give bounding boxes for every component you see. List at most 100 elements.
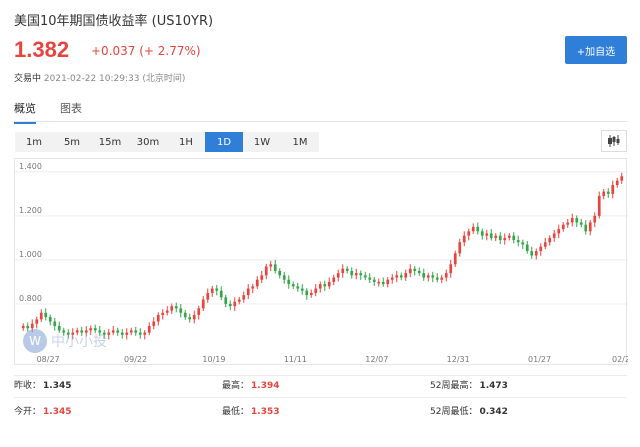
candle-body [606,191,610,194]
candle-body [390,277,394,280]
candle-body [593,215,597,223]
candle-body [264,266,268,276]
stat-label: 最高： [222,381,250,391]
stat-value: 1.473 [479,381,508,391]
candle-body [377,281,381,284]
candle-body [417,270,421,274]
candle-body [156,314,160,322]
candle-body [305,290,309,296]
stat-52w-low: 52周最低： 0.342 [430,404,508,417]
candle-body [165,310,169,313]
stat-low: 最低： 1.353 [222,404,279,417]
candlestick-icon[interactable] [601,130,627,152]
stat-value: 1.394 [251,381,280,391]
range-1d[interactable]: 1D [205,132,243,152]
range-30m[interactable]: 30m [129,132,167,152]
candle-body [458,242,462,254]
candle-body [201,299,205,309]
candle-body [525,244,529,252]
stat-label: 52周最低： [430,407,478,417]
candle-body [363,275,367,278]
candle-body [197,308,201,315]
candle-body [620,176,624,181]
range-selector: 1m 5m 15m 30m 1H 1D 1W 1M [15,132,319,152]
stat-value: 0.342 [479,407,508,417]
stat-label: 52周最高： [430,381,478,391]
stat-high: 最高： 1.394 [222,378,279,391]
candle-body [255,279,259,287]
candle-body [381,281,385,285]
candle-body [246,288,250,296]
candle-body [588,222,592,232]
x-tick-label: 08/27 [37,355,60,364]
candle-body [44,312,48,318]
candle-body [503,237,507,241]
candle-body [534,251,538,256]
x-tick-label: 12/07 [365,355,388,364]
candle-body [435,277,439,280]
candle-body [372,279,376,282]
candle-body [561,224,565,230]
stat-value: 1.353 [251,407,280,417]
range-15m[interactable]: 15m [91,132,129,152]
candle-body [359,273,363,276]
candle-body [143,332,147,335]
watermark: W 中小小投 [23,329,107,353]
status-time: 2021-02-22 10:29:33 (北京时间) [43,74,186,84]
candle-body [408,268,412,274]
add-watchlist-button[interactable]: +加自选 [565,36,627,64]
candle-body [30,323,34,329]
candle-body [597,196,601,216]
range-1m[interactable]: 1m [15,132,53,152]
trading-status: 交易中 2021-02-22 10:29:33 (北京时间) [14,71,185,84]
range-5m[interactable]: 5m [53,132,91,152]
candle-body [224,297,228,304]
candle-body [611,185,615,194]
candle-body [539,246,543,252]
candle-body [584,224,588,232]
watermark-text: 中小小投 [51,334,107,350]
range-1mo[interactable]: 1M [281,132,319,152]
candle-body [548,237,552,243]
stats-divider-top [14,375,627,376]
candle-body [395,275,399,278]
candle-body [210,288,214,293]
candle-body [552,233,556,238]
candle-body [125,332,129,335]
candle-body [219,290,223,298]
price-chart[interactable]: 1.400 1.200 1.000 0.800 08/27 09/22 10/19 11/11… [14,158,628,365]
x-tick-label: 10/19 [202,355,225,364]
candle-body [462,235,466,243]
candle-body [318,284,322,289]
stat-label: 昨收： [14,381,42,391]
candle-body [444,273,448,278]
candle-body [426,275,430,278]
candle-body [485,233,489,236]
candle-body [48,317,52,322]
candle-body [521,242,525,245]
stats-divider-mid [14,397,627,398]
stat-prev-close: 昨收： 1.345 [14,378,71,391]
candle-body [161,312,165,315]
range-1h[interactable]: 1H [167,132,205,152]
x-tick-label: 02/2 [612,355,628,364]
candle-body [287,279,291,285]
range-1w[interactable]: 1W [243,132,281,152]
candle-body [354,273,358,276]
y-tick-label: 0.800 [19,294,42,303]
candle-body [440,277,444,280]
candle-body [107,332,111,335]
candle-body [170,306,174,311]
candle-body [399,275,403,278]
candle-body [35,319,39,324]
candle-body [116,330,120,333]
current-price: 1.382 [14,37,70,62]
candle-body [26,325,30,329]
stat-value: 1.345 [43,381,72,391]
candle-body [296,286,300,289]
candle-body [341,268,345,274]
candle-body [53,321,57,326]
candle-body [174,306,178,309]
stat-52w-high: 52周最高： 1.473 [430,378,508,391]
candle-body [422,273,426,278]
